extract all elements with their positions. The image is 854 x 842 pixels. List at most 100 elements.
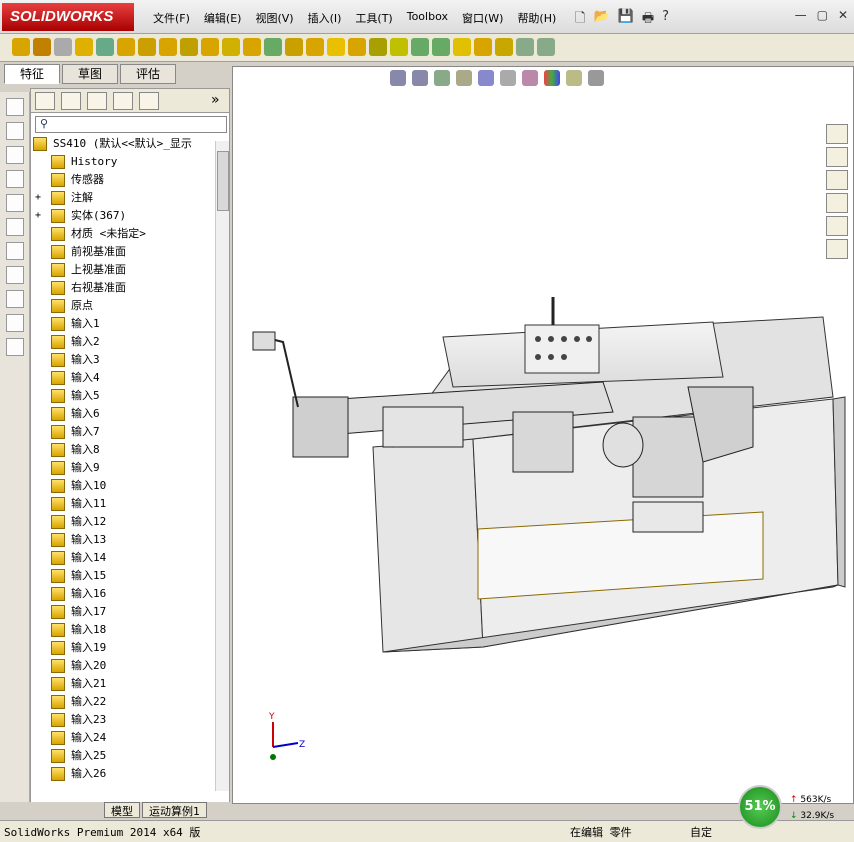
tree-item[interactable]: 输入18 (31, 621, 215, 639)
tree-item[interactable]: 输入20 (31, 657, 215, 675)
tree-item[interactable]: 输入7 (31, 423, 215, 441)
tree-item[interactable]: 输入17 (31, 603, 215, 621)
tree-item[interactable]: 输入14 (31, 549, 215, 567)
tree-item[interactable]: 输入10 (31, 477, 215, 495)
property-icon[interactable] (61, 92, 81, 110)
hide-show-icon[interactable] (522, 70, 538, 86)
tool-icon[interactable] (432, 38, 450, 56)
view-orientation-icon[interactable] (478, 70, 494, 86)
view-cube-icon[interactable] (6, 194, 24, 212)
expand-toggle[interactable]: + (35, 207, 41, 225)
tool-icon[interactable] (285, 38, 303, 56)
view-settings-icon[interactable] (588, 70, 604, 86)
tree-item[interactable]: 右视基准面 (31, 279, 215, 297)
tree-item[interactable]: 材质 <未指定> (31, 225, 215, 243)
speed-percent[interactable]: 51% (738, 785, 782, 829)
tree-item[interactable]: 输入8 (31, 441, 215, 459)
menu-item[interactable]: 帮助(H) (510, 10, 563, 26)
tool-icon[interactable] (12, 38, 30, 56)
tree-item[interactable]: 输入12 (31, 513, 215, 531)
tree-item[interactable]: 原点 (31, 297, 215, 315)
close-icon[interactable]: ✕ (838, 8, 848, 22)
display-style-icon[interactable] (500, 70, 516, 86)
sketch-icon[interactable] (6, 290, 24, 308)
graphics-area[interactable]: Y Z (232, 66, 854, 804)
view-cube-icon[interactable] (6, 170, 24, 188)
scroll-thumb[interactable] (217, 151, 229, 211)
tool-icon[interactable] (369, 38, 387, 56)
tree-item[interactable]: 输入5 (31, 387, 215, 405)
tree-item[interactable]: 输入19 (31, 639, 215, 657)
tool-icon[interactable] (201, 38, 219, 56)
properties-icon[interactable] (826, 239, 848, 259)
tree-item[interactable]: SS410 (默认<<默认>_显示 (31, 135, 215, 153)
appearance-icon[interactable] (826, 216, 848, 236)
tree-item[interactable]: 输入6 (31, 405, 215, 423)
palette-icon[interactable] (826, 193, 848, 213)
restore-icon[interactable]: ▢ (817, 8, 828, 22)
tree-item[interactable]: 输入2 (31, 333, 215, 351)
tree-scrollbar[interactable] (215, 141, 229, 791)
tree-item[interactable]: 输入3 (31, 351, 215, 369)
tool-icon[interactable] (96, 38, 114, 56)
home-icon[interactable] (826, 124, 848, 144)
menu-item[interactable]: 编辑(E) (197, 10, 249, 26)
expand-icon[interactable]: » (211, 92, 231, 110)
view-cube-icon[interactable] (6, 242, 24, 260)
view-cube-icon[interactable] (6, 122, 24, 140)
tool-icon[interactable] (474, 38, 492, 56)
new-doc-icon[interactable]: 🗋 (575, 9, 585, 31)
tool-icon[interactable] (138, 38, 156, 56)
bottom-tab[interactable]: 模型 (104, 802, 140, 818)
menu-item[interactable]: 视图(V) (248, 10, 300, 26)
view-cube-icon[interactable] (6, 98, 24, 116)
view-cube-icon[interactable] (6, 218, 24, 236)
sketch-icon[interactable] (6, 338, 24, 356)
fm-tab[interactable]: 草图 (62, 64, 118, 84)
tree-item[interactable]: 传感器 (31, 171, 215, 189)
tree-item[interactable]: 输入16 (31, 585, 215, 603)
view-cube-icon[interactable] (6, 146, 24, 164)
expand-toggle[interactable]: + (35, 189, 41, 207)
zoom-area-icon[interactable] (412, 70, 428, 86)
display-icon[interactable] (139, 92, 159, 110)
tool-icon[interactable] (495, 38, 513, 56)
menu-item[interactable]: 工具(T) (348, 10, 399, 26)
sketch-icon[interactable] (6, 266, 24, 284)
tool-icon[interactable] (159, 38, 177, 56)
tool-icon[interactable] (516, 38, 534, 56)
tree-item[interactable]: + 实体(367) (31, 207, 215, 225)
folder-icon[interactable] (826, 170, 848, 190)
feature-tree-icon[interactable] (35, 92, 55, 110)
tool-icon[interactable] (54, 38, 72, 56)
menu-item[interactable]: Toolbox (400, 10, 455, 26)
tool-icon[interactable] (264, 38, 282, 56)
tool-icon[interactable] (453, 38, 471, 56)
tool-icon[interactable] (306, 38, 324, 56)
tree-item[interactable]: 输入1 (31, 315, 215, 333)
fm-tab[interactable]: 评估 (120, 64, 176, 84)
tree-item[interactable]: 输入22 (31, 693, 215, 711)
dimxpert-icon[interactable] (113, 92, 133, 110)
tree-item[interactable]: 上视基准面 (31, 261, 215, 279)
tree-item[interactable]: 前视基准面 (31, 243, 215, 261)
tool-icon[interactable] (411, 38, 429, 56)
menu-item[interactable]: 插入(I) (301, 10, 349, 26)
tool-icon[interactable] (243, 38, 261, 56)
menu-item[interactable]: 文件(F) (146, 10, 197, 26)
open-icon[interactable]: 📂 (593, 9, 609, 31)
tool-icon[interactable] (117, 38, 135, 56)
tree-item[interactable]: 输入21 (31, 675, 215, 693)
section-view-icon[interactable] (456, 70, 472, 86)
save-icon[interactable]: 💾 (618, 9, 634, 31)
tree-filter-input[interactable]: ⚲ (35, 116, 227, 133)
tree-item[interactable]: 输入15 (31, 567, 215, 585)
scene-icon[interactable] (566, 70, 582, 86)
tool-icon[interactable] (348, 38, 366, 56)
previous-view-icon[interactable] (434, 70, 450, 86)
fm-tab[interactable]: 特征 (4, 64, 60, 84)
appearance-icon[interactable] (544, 70, 560, 86)
tree-item[interactable]: 输入25 (31, 747, 215, 765)
tree-item[interactable]: + 注解 (31, 189, 215, 207)
tool-icon[interactable] (537, 38, 555, 56)
